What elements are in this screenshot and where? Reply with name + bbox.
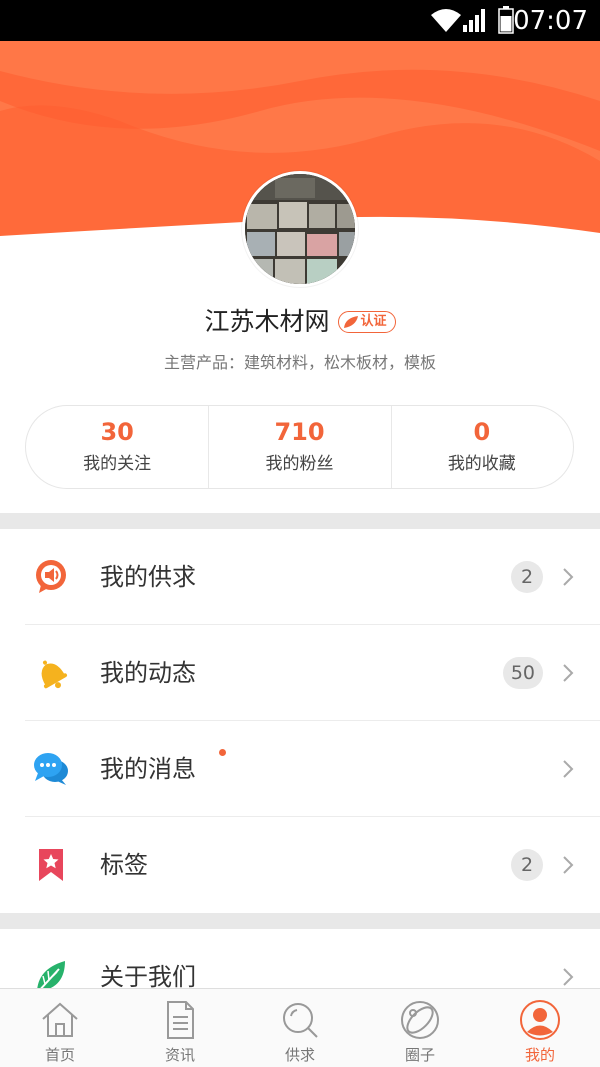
count-badge: 2	[511, 561, 543, 593]
profile-name: 江苏木材网	[204, 307, 330, 336]
speech-bubble-speaker-icon	[36, 560, 66, 593]
status-time: 07:07	[513, 6, 588, 36]
tab-label: 资讯	[164, 1046, 195, 1064]
profile-screen: 07:07 江苏木材网 认证 主营产品：建筑材料，松木板材，模板 30 我的关注…	[0, 0, 600, 1067]
tab-home[interactable]: 首页	[0, 989, 120, 1067]
menu-label: 我的动态	[100, 659, 196, 687]
leaf-icon	[343, 315, 358, 328]
stat-value: 0	[473, 418, 491, 446]
chevron-right-icon	[563, 568, 574, 586]
chevron-right-icon	[563, 856, 574, 874]
chevron-right-icon	[563, 760, 574, 778]
avatar-wood-stack-image	[245, 174, 355, 284]
menu-label: 标签	[100, 851, 148, 879]
section-divider	[0, 513, 600, 529]
avatar[interactable]	[242, 171, 358, 287]
user-icon	[520, 1000, 560, 1040]
count-badge: 2	[511, 849, 543, 881]
tab-mine[interactable]: 我的	[480, 989, 600, 1067]
menu-label: 我的供求	[100, 563, 196, 591]
stat-label: 我的收藏	[447, 454, 516, 474]
verified-badge: 认证	[337, 311, 396, 333]
battery-icon	[498, 6, 514, 34]
signal-icon	[463, 9, 485, 32]
document-icon	[167, 1001, 194, 1039]
chevron-right-icon	[563, 968, 574, 986]
stat-following[interactable]: 30 我的关注	[26, 406, 208, 488]
bookmark-star-icon	[39, 849, 63, 881]
verified-badge-label: 认证	[360, 314, 387, 329]
wifi-icon	[431, 9, 461, 32]
stat-followers[interactable]: 710 我的粉丝	[208, 406, 390, 488]
section-divider	[0, 913, 600, 929]
search-icon	[283, 1003, 318, 1038]
menu-item-tags[interactable]: 标签 2	[0, 817, 600, 913]
main-products: 主营产品：建筑材料，松木板材，模板	[163, 353, 436, 372]
bottom-tab-bar: 首页 资讯 供求 圈子 我的	[0, 988, 600, 1067]
chevron-right-icon	[563, 664, 574, 682]
unread-dot	[219, 749, 226, 756]
menu-item-my-supply-demand[interactable]: 我的供求 2	[0, 529, 600, 625]
chat-bubbles-icon	[34, 753, 68, 785]
profile-name-row: 江苏木材网 认证	[0, 302, 600, 342]
count-badge: 50	[502, 657, 543, 689]
tab-label: 首页	[44, 1046, 75, 1064]
status-bar: 07:07	[0, 0, 600, 41]
bell-icon	[41, 660, 68, 689]
tab-label: 我的	[524, 1046, 555, 1064]
menu-item-my-activity[interactable]: 我的动态 50	[0, 625, 600, 721]
tab-supply-demand[interactable]: 供求	[240, 989, 360, 1067]
tab-label: 供求	[284, 1046, 315, 1064]
profile-stats: 30 我的关注 710 我的粉丝 0 我的收藏	[25, 405, 574, 489]
stat-label: 我的关注	[83, 454, 152, 474]
home-icon	[42, 1002, 78, 1037]
tab-label: 圈子	[404, 1046, 435, 1064]
stat-label: 我的粉丝	[265, 454, 334, 474]
menu-item-my-messages[interactable]: 我的消息	[0, 721, 600, 817]
menu-label: 我的消息	[100, 755, 196, 783]
stat-favorites[interactable]: 0 我的收藏	[390, 406, 573, 488]
planet-icon	[401, 1001, 439, 1039]
tab-circle[interactable]: 圈子	[360, 989, 480, 1067]
stat-value: 30	[100, 418, 134, 446]
tab-news[interactable]: 资讯	[120, 989, 240, 1067]
stat-value: 710	[274, 418, 325, 446]
